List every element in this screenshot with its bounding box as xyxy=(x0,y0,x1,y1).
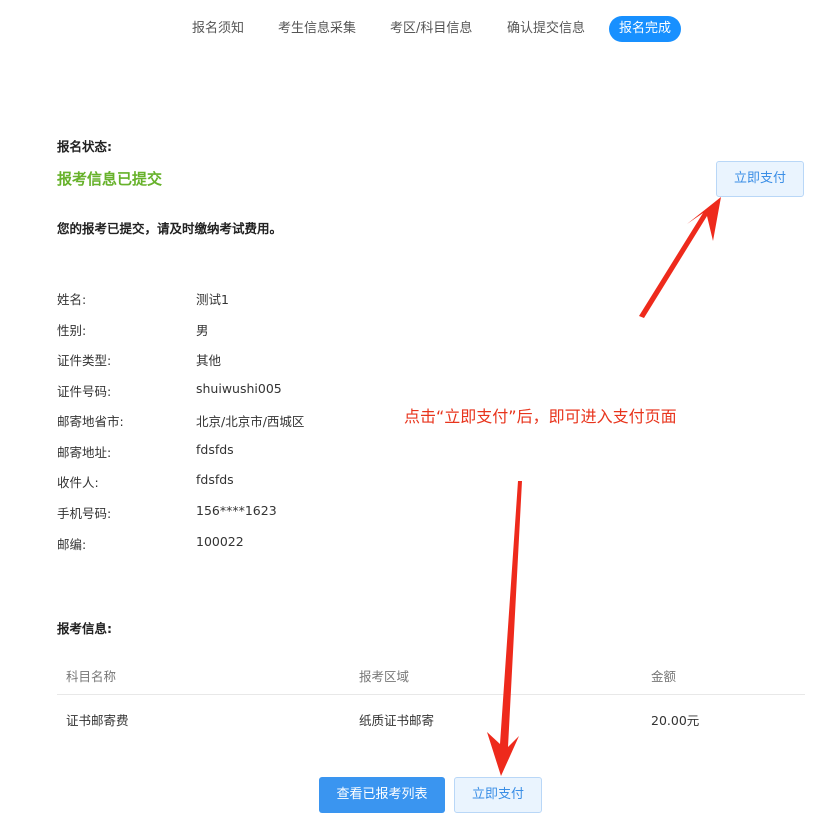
annotation-text: 点击“立即支付”后，即可进入支付页面 xyxy=(404,407,677,426)
info-key: 证件号码: xyxy=(57,384,112,399)
info-value: fdsfds xyxy=(196,472,234,487)
info-value: shuiwushi005 xyxy=(196,381,282,396)
info-key: 证件类型: xyxy=(57,353,112,368)
status-heading: 报名状态: xyxy=(57,139,112,154)
info-value: 其他 xyxy=(196,353,222,368)
step-notice[interactable]: 报名须知 xyxy=(192,16,244,42)
arrow-to-top-pay-icon xyxy=(639,197,721,318)
exam-info-heading: 报考信息: xyxy=(57,621,112,636)
info-key: 邮寄地址: xyxy=(57,445,112,460)
step-confirm[interactable]: 确认提交信息 xyxy=(507,16,585,42)
info-row-postcode: 邮编: 100022 xyxy=(57,534,377,554)
info-key: 手机号码: xyxy=(57,506,112,521)
info-key: 姓名: xyxy=(57,292,87,307)
pay-now-button-bottom[interactable]: 立即支付 xyxy=(454,777,542,813)
steps-nav: 报名须知 考生信息采集 考区/科目信息 确认提交信息 报名完成 xyxy=(0,16,840,42)
column-header-amount: 金额 xyxy=(651,669,677,684)
info-key: 邮寄地省市: xyxy=(57,414,124,429)
info-row-phone: 手机号码: 156****1623 xyxy=(57,503,377,523)
column-header-area: 报考区域 xyxy=(359,669,410,684)
info-value: 男 xyxy=(196,323,209,338)
status-value: 报考信息已提交 xyxy=(57,170,163,188)
view-registration-list-button[interactable]: 查看已报考列表 xyxy=(319,777,445,813)
info-value: 100022 xyxy=(196,534,244,549)
info-key: 邮编: xyxy=(57,537,87,552)
info-key: 收件人: xyxy=(57,475,99,490)
step-exam-area[interactable]: 考区/科目信息 xyxy=(390,16,472,42)
table-divider xyxy=(57,694,805,695)
info-row-mail-address: 邮寄地址: fdsfds xyxy=(57,442,377,462)
cell-amount: 20.00元 xyxy=(651,713,700,728)
arrow-to-bottom-pay-icon xyxy=(487,481,522,776)
step-complete[interactable]: 报名完成 xyxy=(609,16,682,42)
column-header-subject: 科目名称 xyxy=(66,669,117,684)
info-row-recipient: 收件人: fdsfds xyxy=(57,472,377,492)
info-row-mail-region: 邮寄地省市: 北京/北京市/西城区 xyxy=(57,411,377,431)
info-value: 北京/北京市/西城区 xyxy=(196,414,305,429)
info-value: 156****1623 xyxy=(196,503,277,518)
info-row-id-number: 证件号码: shuiwushi005 xyxy=(57,381,377,401)
cell-subject: 证书邮寄费 xyxy=(66,713,129,728)
info-key: 性别: xyxy=(57,323,87,338)
pay-now-button-top[interactable]: 立即支付 xyxy=(716,161,804,197)
cell-area: 纸质证书邮寄 xyxy=(359,713,435,728)
info-row-id-type: 证件类型: 其他 xyxy=(57,350,377,370)
status-notice: 您的报考已提交，请及时缴纳考试费用。 xyxy=(57,221,283,236)
info-value: 测试1 xyxy=(196,292,229,307)
info-row-gender: 性别: 男 xyxy=(57,320,377,340)
info-value: fdsfds xyxy=(196,442,234,457)
step-candidate-info[interactable]: 考生信息采集 xyxy=(278,16,356,42)
info-row-name: 姓名: 测试1 xyxy=(57,289,377,309)
